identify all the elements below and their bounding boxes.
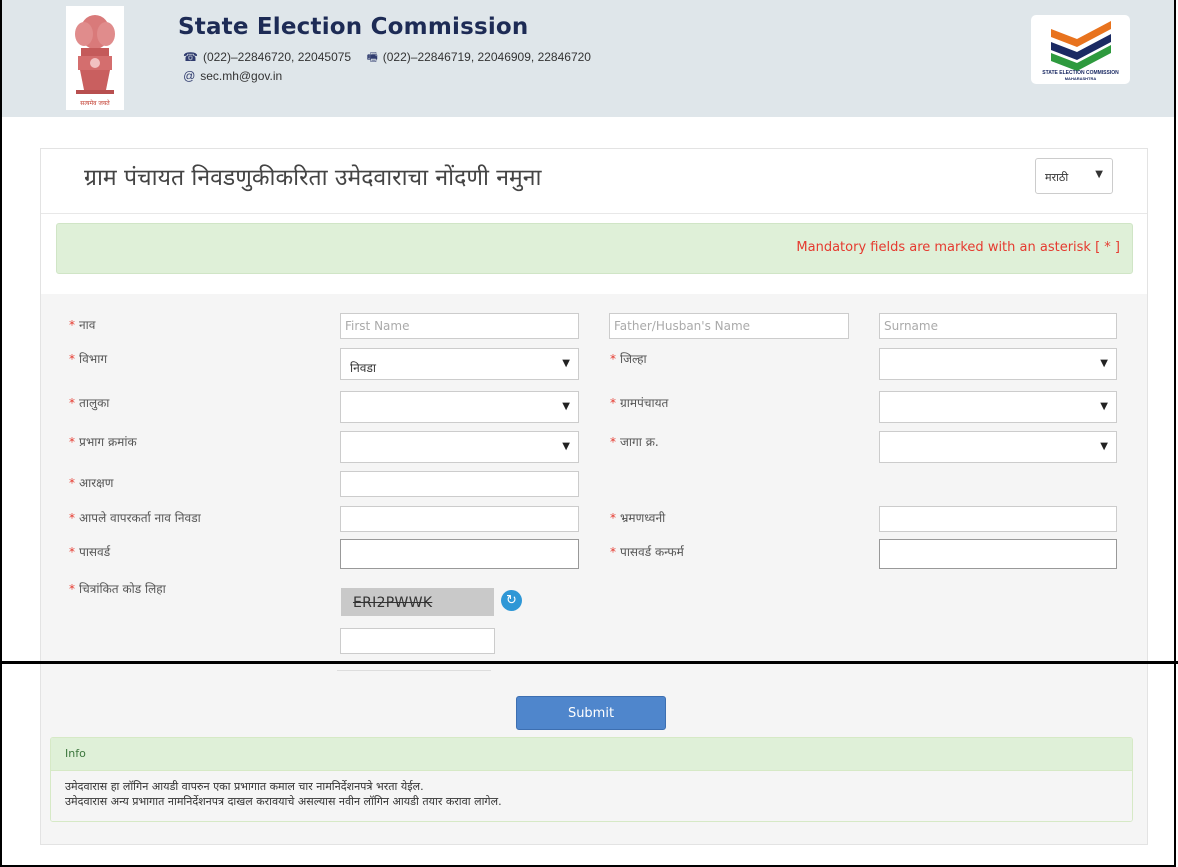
required-asterisk: * <box>69 545 75 559</box>
required-asterisk: * <box>69 582 75 596</box>
father-husband-name-input[interactable] <box>609 313 849 339</box>
surname-input[interactable] <box>879 313 1117 339</box>
page-title: ग्राम पंचायत निवडणुकीकरिता उमेदवाराचा नो… <box>84 165 542 191</box>
required-asterisk: * <box>610 396 616 410</box>
label-text: चित्रांकित कोड लिहा <box>79 582 166 596</box>
label-seat-number: * जागा क्र. <box>610 433 659 450</box>
label-text: आरक्षण <box>79 476 114 490</box>
taluka-select[interactable]: ▼ <box>340 391 579 423</box>
label-text: विभाग <box>79 352 108 366</box>
first-name-input[interactable] <box>340 313 579 339</box>
caret-down-icon: ▼ <box>562 358 570 369</box>
required-asterisk: * <box>69 352 75 366</box>
language-value: मराठी <box>1045 171 1069 184</box>
label-username: * आपले वापरकर्ता नाव निवडा <box>69 509 201 526</box>
required-asterisk: * <box>610 435 616 449</box>
info-title: Info <box>65 747 86 760</box>
national-emblem-logo: सत्यमेव जयते <box>66 6 124 110</box>
telephone-icon: ☎ <box>183 50 198 64</box>
sec-maharashtra-logo: STATE ELECTION COMMISSION MAHARASHTRA <box>1031 15 1130 84</box>
required-asterisk: * <box>69 476 75 490</box>
ward-number-select[interactable]: ▼ <box>340 431 579 463</box>
fax-icon: 🖷 <box>366 50 378 64</box>
mandatory-alert: Mandatory fields are marked with an aste… <box>56 223 1133 274</box>
site-header: सत्यमेव जयते State Election Commission ☎… <box>2 0 1174 117</box>
username-input[interactable] <box>340 506 579 532</box>
label-text: भ्रमणध्वनी <box>620 511 666 525</box>
title-divider <box>41 213 1147 214</box>
label-text: आपले वापरकर्ता नाव निवडा <box>79 511 201 525</box>
refresh-captcha-icon[interactable]: ↻ <box>501 590 522 611</box>
caret-down-icon: ▼ <box>562 401 570 412</box>
required-asterisk: * <box>69 435 75 449</box>
contact-phone-fax: ☎ (022)–22846720, 22045075 🖷 (022)–2284671… <box>183 48 591 69</box>
division-value: निवडा <box>350 361 376 375</box>
seat-number-select[interactable]: ▼ <box>879 431 1117 463</box>
label-gram-panchayat: * ग्रामपंचायत <box>610 394 668 411</box>
caret-down-icon: ▼ <box>562 441 570 452</box>
label-text: ग्रामपंचायत <box>620 396 669 410</box>
captcha-image: ERI2PWWK <box>341 588 494 616</box>
organization-title: State Election Commission <box>178 14 529 40</box>
captcha-code: ERI2PWWK <box>353 595 433 611</box>
required-asterisk: * <box>69 511 75 525</box>
label-text: नाव <box>79 318 96 332</box>
mandatory-note: Mandatory fields are marked with an aste… <box>796 240 1120 255</box>
contact-email: @ sec.mh@gov.in <box>183 69 282 83</box>
fax-numbers: (022)–22846719, 22046909, 22846720 <box>382 50 591 64</box>
label-password: * पासवर्ड <box>69 543 110 560</box>
caret-down-icon: ▼ <box>1100 401 1108 412</box>
required-asterisk: * <box>610 545 616 559</box>
info-line: उमेदवारास हा लॉगिन आयडी वापरुन एका प्रभा… <box>65 780 424 793</box>
label-password-confirm: * पासवर्ड कन्फर्म <box>610 543 684 560</box>
logo-text-line2: MAHARASHTRA <box>1064 76 1097 81</box>
required-asterisk: * <box>610 352 616 366</box>
district-select[interactable]: ▼ <box>879 348 1117 380</box>
caret-down-icon: ▼ <box>1100 358 1108 369</box>
label-text: जिल्हा <box>620 352 647 366</box>
label-division: * विभाग <box>69 350 107 367</box>
label-text: प्रभाग क्रमांक <box>79 435 137 449</box>
password-input[interactable] <box>340 539 579 569</box>
label-ward-number: * प्रभाग क्रमांक <box>69 433 137 450</box>
division-select[interactable]: निवडा ▼ <box>340 348 579 380</box>
label-captcha: * चित्रांकित कोड लिहा <box>69 580 166 597</box>
label-text: जागा क्र. <box>620 435 659 449</box>
info-line: उमेदवारास अन्य प्रभागात नामनिर्देशनपत्र … <box>65 795 502 808</box>
label-reservation: * आरक्षण <box>69 474 113 491</box>
required-asterisk: * <box>69 318 75 332</box>
submit-button[interactable]: Submit <box>516 696 666 730</box>
label-district: * जिल्हा <box>610 350 647 367</box>
label-name: * नाव <box>69 316 95 333</box>
captcha-input[interactable] <box>340 628 495 654</box>
language-select[interactable]: मराठी ▼ <box>1035 158 1113 194</box>
at-sign-icon: @ <box>183 69 196 83</box>
emblem-motto: सत्यमेव जयते <box>80 99 110 107</box>
info-panel-header: Info <box>51 738 1132 771</box>
screenshot-divider-line <box>0 661 1178 664</box>
gram-panchayat-select[interactable]: ▼ <box>879 391 1117 423</box>
phone-numbers: (022)–22846720, 22045075 <box>202 50 352 64</box>
captcha-input-shadow <box>337 670 491 671</box>
label-text: पासवर्ड <box>79 545 111 559</box>
email-address: sec.mh@gov.in <box>200 69 283 83</box>
caret-down-icon: ▼ <box>1100 441 1108 452</box>
required-asterisk: * <box>610 511 616 525</box>
label-taluka: * तालुका <box>69 394 109 411</box>
info-panel: Info उमेदवारास हा लॉगिन आयडी वापरुन एका … <box>50 737 1133 822</box>
mobile-input[interactable] <box>879 506 1117 532</box>
caret-down-icon: ▼ <box>1095 169 1103 180</box>
label-mobile: * भ्रमणध्वनी <box>610 509 665 526</box>
required-asterisk: * <box>69 396 75 410</box>
info-panel-body: उमेदवारास हा लॉगिन आयडी वापरुन एका प्रभा… <box>51 771 1132 821</box>
label-text: तालुका <box>79 396 110 410</box>
reservation-input[interactable] <box>340 471 579 497</box>
password-confirm-input[interactable] <box>879 539 1117 569</box>
label-text: पासवर्ड कन्फर्म <box>620 545 684 559</box>
